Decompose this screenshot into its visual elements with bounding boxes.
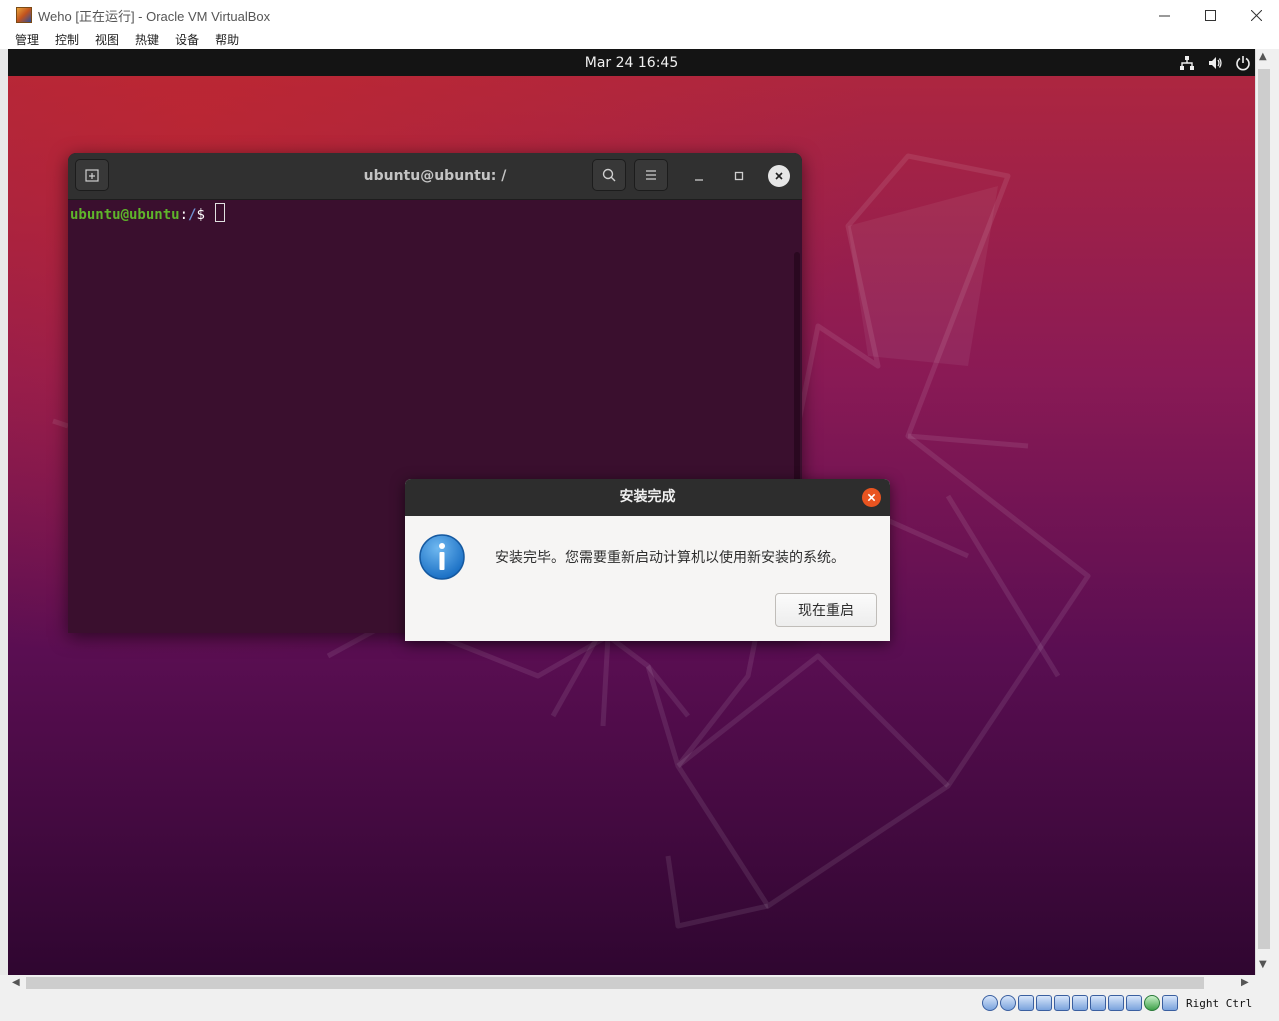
close-button[interactable]	[1233, 0, 1279, 30]
info-icon	[419, 534, 465, 580]
window-controls	[1141, 0, 1279, 30]
hamburger-menu-icon	[646, 170, 656, 180]
dialog-message: 安装完毕。您需要重新启动计算机以使用新安装的系统。	[495, 550, 845, 566]
vbox-statusbar: Right Ctrl	[0, 991, 1279, 1021]
system-tray[interactable]	[1179, 49, 1251, 76]
restart-now-button[interactable]: 现在重启	[775, 593, 877, 627]
search-icon	[602, 168, 616, 182]
vertical-scroll-thumb[interactable]	[1258, 69, 1270, 949]
scroll-right-icon[interactable]: ▶	[1241, 977, 1249, 988]
volume-icon[interactable]	[1207, 55, 1223, 71]
menu-devices[interactable]: 设备	[175, 31, 199, 48]
window-title: Weho [正在运行] - Oracle VM VirtualBox	[38, 8, 271, 24]
maximize-icon	[734, 171, 744, 181]
maximize-button[interactable]	[1187, 0, 1233, 30]
mouse-integration-icon[interactable]	[1162, 995, 1178, 1011]
guest-display[interactable]: Mar 24 16:45 ubuntu@ubuntu: / ubuntu@ubu…	[8, 49, 1255, 975]
usb-icon[interactable]	[1054, 995, 1070, 1011]
dialog-close-button[interactable]	[862, 488, 881, 507]
shared-folders-icon[interactable]	[1072, 995, 1088, 1011]
scroll-left-icon[interactable]: ◀	[12, 977, 20, 988]
recording-icon[interactable]	[1108, 995, 1124, 1011]
menu-control[interactable]: 控制	[55, 31, 79, 48]
close-icon	[1250, 9, 1262, 21]
terminal-minimize-button[interactable]	[688, 165, 710, 187]
optical-drive-icon[interactable]	[1000, 995, 1016, 1011]
audio-icon[interactable]	[1018, 995, 1034, 1011]
hard-disk-icon[interactable]	[982, 995, 998, 1011]
menu-manage[interactable]: 管理	[15, 31, 39, 48]
network-adapter-icon[interactable]	[1036, 995, 1052, 1011]
maximize-icon	[1204, 9, 1216, 21]
host-left-edge	[0, 49, 8, 975]
menu-help[interactable]: 帮助	[215, 31, 239, 48]
vbox-menubar: 管理 控制 视图 热键 设备 帮助	[0, 30, 1279, 49]
network-icon[interactable]	[1179, 55, 1195, 71]
virtualbox-app-icon	[16, 7, 32, 23]
horizontal-scrollbar[interactable]: ◀ ▶	[8, 975, 1255, 991]
vbox-titlebar: Weho [正在运行] - Oracle VM VirtualBox	[0, 0, 1279, 30]
gnome-topbar: Mar 24 16:45	[8, 49, 1255, 76]
display-icon[interactable]	[1090, 995, 1106, 1011]
prompt-separator: :	[179, 207, 189, 223]
device-status-icons: Right Ctrl	[982, 995, 1252, 1011]
close-icon	[867, 493, 876, 502]
minimize-icon	[695, 179, 703, 181]
host-key-label: Right Ctrl	[1186, 996, 1253, 1010]
scroll-down-icon[interactable]: ▼	[1259, 959, 1267, 970]
minimize-button[interactable]	[1141, 0, 1187, 30]
menu-view[interactable]: 视图	[95, 31, 119, 48]
prompt-user: ubuntu@ubuntu	[70, 207, 180, 223]
install-complete-dialog[interactable]: 安装完成 安装完毕。您需要重新启动计算机以使用新安装的系统。 现在重启	[405, 479, 890, 641]
dialog-headerbar: 安装完成	[405, 479, 890, 516]
prompt-symbol: $	[196, 207, 214, 223]
topbar-clock[interactable]: Mar 24 16:45	[585, 55, 678, 71]
terminal-maximize-button[interactable]	[728, 165, 750, 187]
cpu-virtualization-icon[interactable]	[1126, 995, 1142, 1011]
close-icon	[775, 172, 783, 180]
terminal-search-button[interactable]	[592, 159, 626, 191]
terminal-headerbar[interactable]: ubuntu@ubuntu: /	[68, 153, 802, 200]
guest-additions-icon[interactable]	[1144, 995, 1160, 1011]
terminal-cursor	[215, 203, 226, 222]
scroll-up-icon[interactable]: ▲	[1259, 51, 1267, 62]
power-icon[interactable]	[1235, 55, 1251, 71]
horizontal-scroll-thumb[interactable]	[26, 977, 1204, 989]
dialog-title: 安装完成	[619, 489, 676, 505]
vertical-scrollbar[interactable]: ▲ ▼	[1255, 49, 1272, 975]
minimize-icon	[1158, 15, 1170, 16]
terminal-prompt-line: ubuntu@ubuntu:/$	[70, 203, 226, 223]
terminal-menu-button[interactable]	[634, 159, 668, 191]
terminal-close-button[interactable]	[768, 165, 790, 187]
menu-hotkeys[interactable]: 热键	[135, 31, 159, 48]
